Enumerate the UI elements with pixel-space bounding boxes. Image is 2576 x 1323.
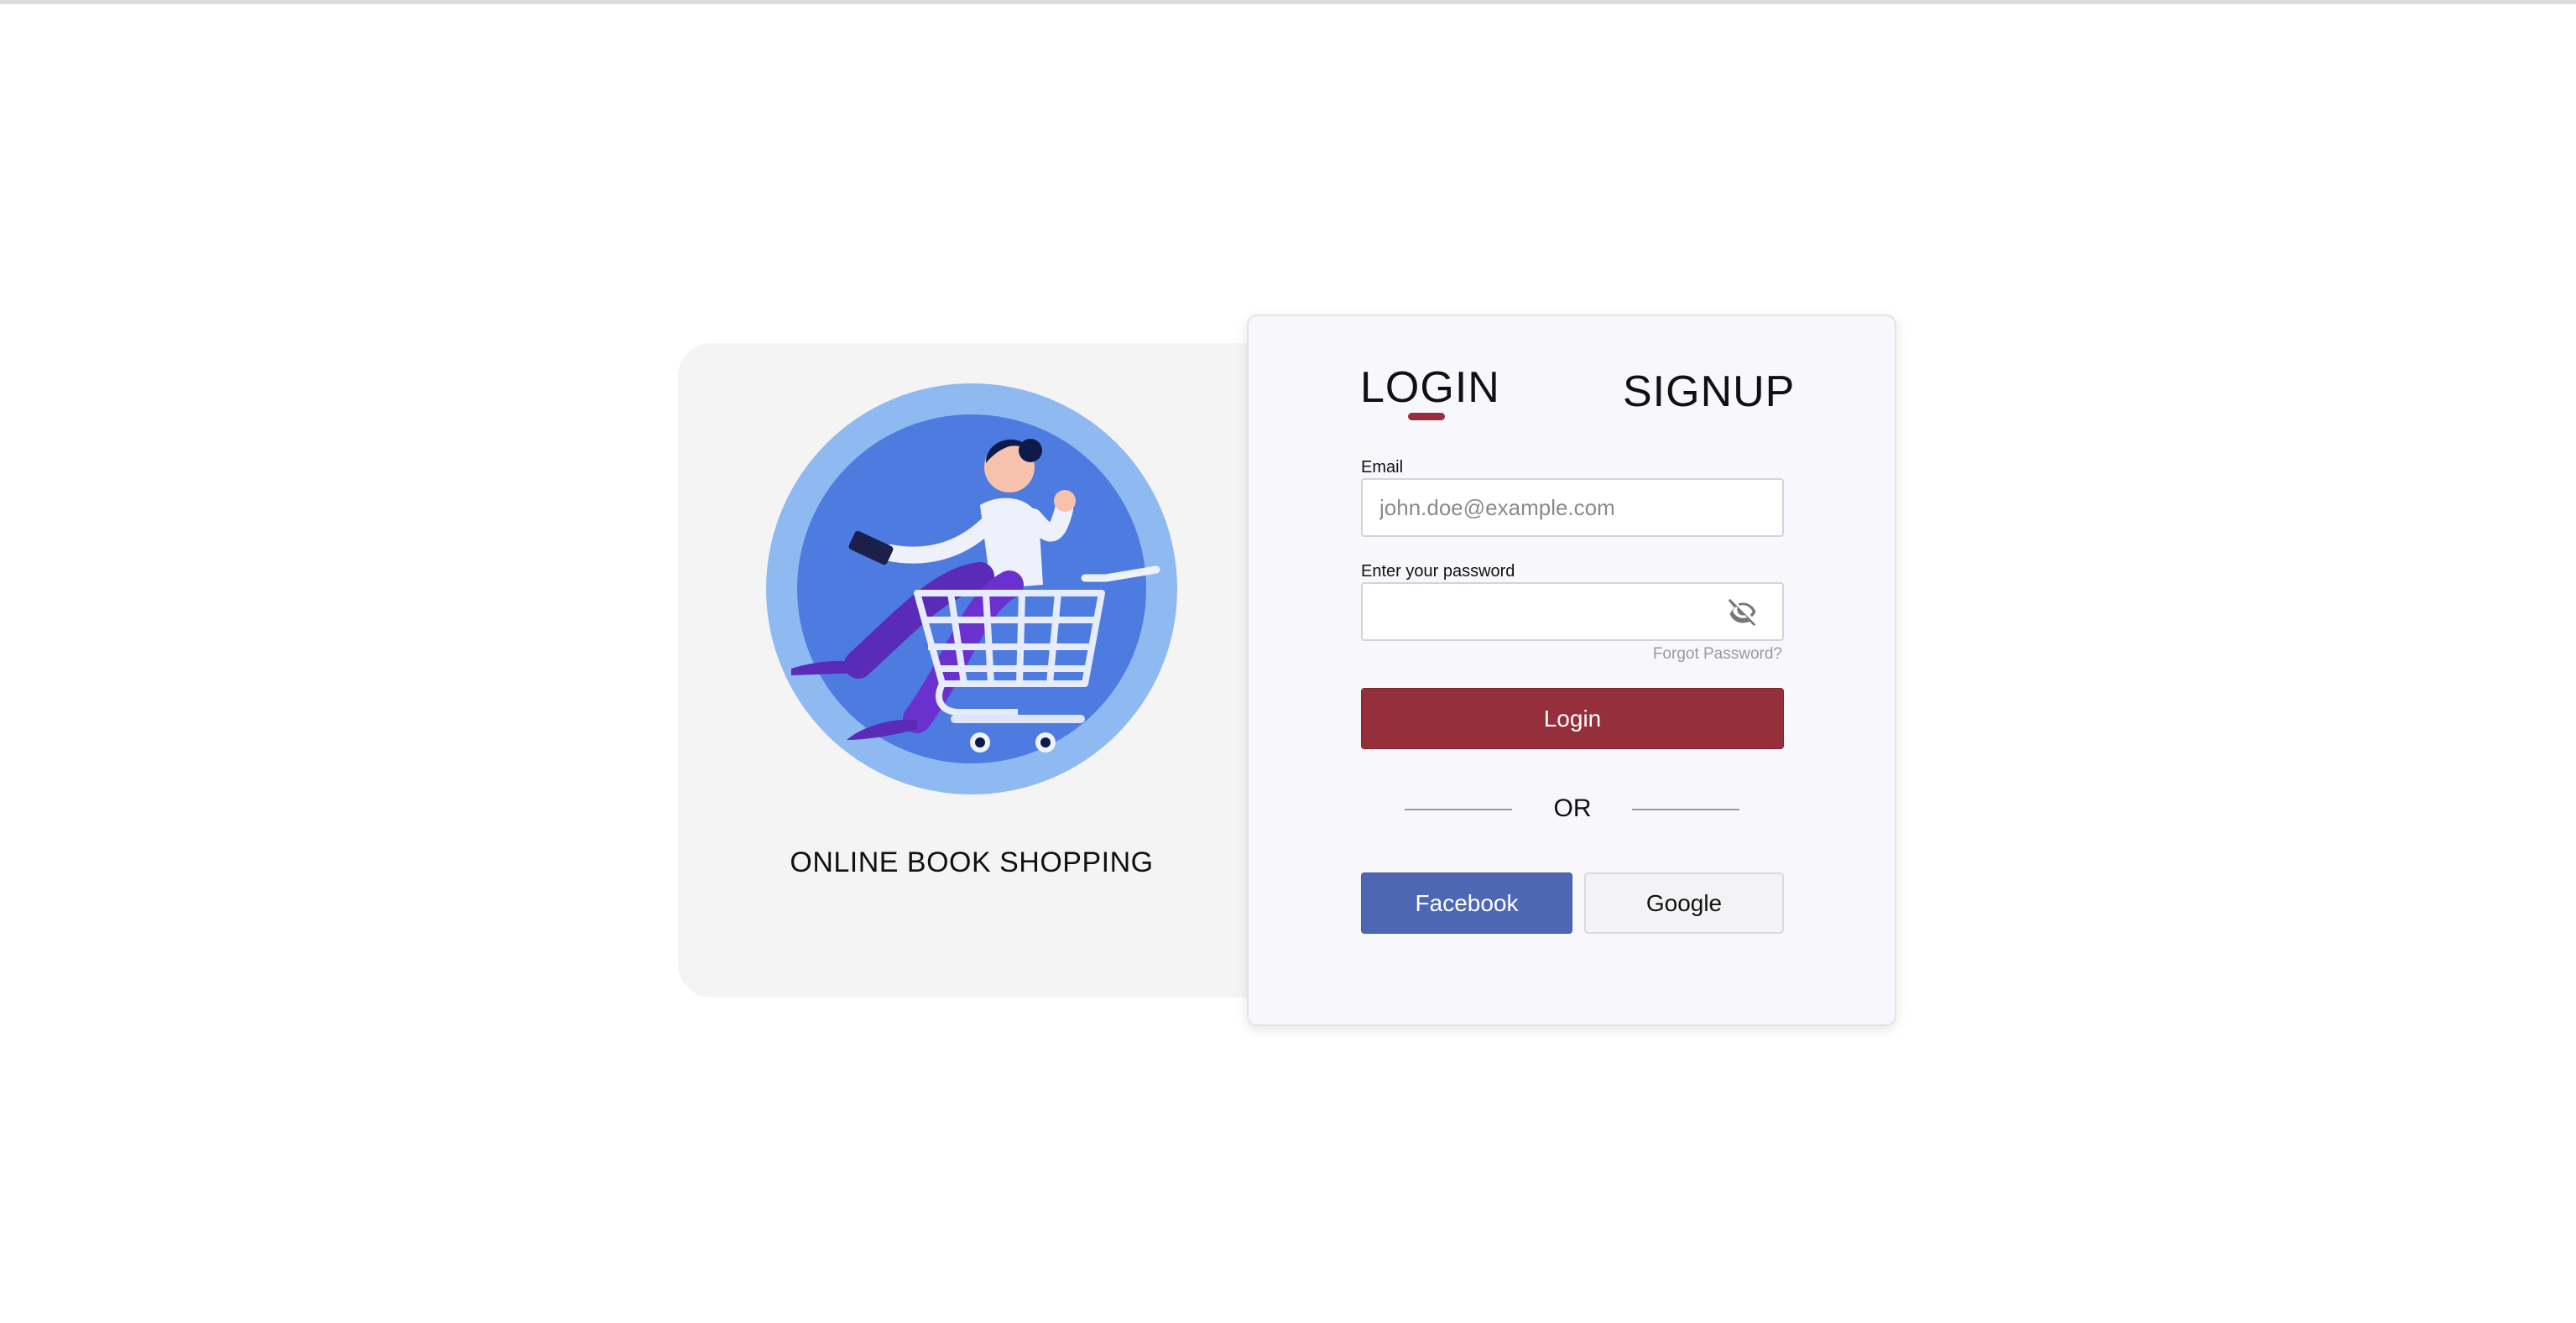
tab-signup[interactable]: SIGNUP [1623, 367, 1795, 417]
login-card: LOGIN SIGNUP Email Enter your password F… [1247, 315, 1896, 1026]
top-divider [0, 0, 2576, 4]
facebook-login-button[interactable]: Facebook [1361, 872, 1572, 934]
tab-login[interactable]: LOGIN [1360, 362, 1500, 413]
password-input[interactable] [1361, 582, 1784, 641]
brand-panel: ONLINE BOOK SHOPPING [678, 343, 1282, 997]
eye-off-icon[interactable] [1725, 594, 1760, 629]
or-divider-text: OR [1553, 794, 1592, 822]
email-label: Email [1361, 458, 1404, 477]
brand-title: ONLINE BOOK SHOPPING [790, 846, 1154, 878]
shopping-cart-illustration [766, 383, 1177, 794]
password-label: Enter your password [1361, 562, 1515, 581]
divider-line-right [1632, 809, 1739, 810]
divider-line-left [1405, 809, 1512, 810]
google-login-button[interactable]: Google [1584, 872, 1784, 934]
active-tab-indicator [1408, 413, 1445, 420]
email-input[interactable] [1361, 478, 1784, 537]
login-button[interactable]: Login [1361, 688, 1784, 749]
forgot-password-link[interactable]: Forgot Password? [1653, 645, 1782, 664]
